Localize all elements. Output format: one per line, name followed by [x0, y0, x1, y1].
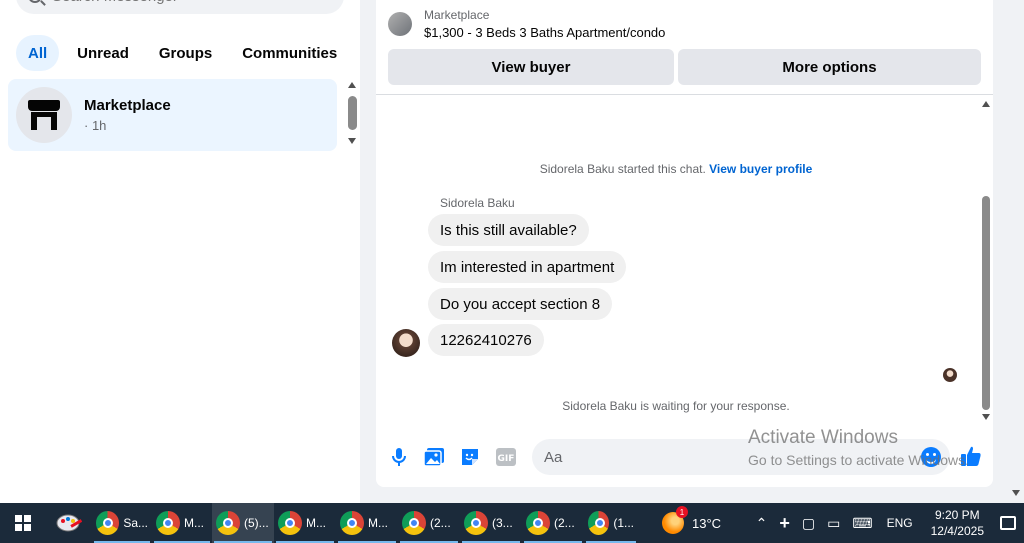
scroll-thumb[interactable] — [348, 96, 357, 130]
chevron-up-icon[interactable]: ⌃ — [756, 515, 768, 532]
chrome-icon — [340, 511, 364, 535]
view-buyer-button[interactable]: View buyer — [388, 49, 674, 85]
scroll-thumb[interactable] — [982, 196, 990, 410]
scroll-up-arrow-icon[interactable] — [348, 82, 356, 88]
chat-panel: Marketplace $1,300 - 3 Beds 3 Baths Apar… — [376, 0, 993, 487]
avatar — [16, 87, 72, 143]
listing-label: Marketplace — [424, 8, 490, 22]
message-bubble[interactable]: 12262410276 — [428, 324, 544, 356]
chat-started-text: Sidorela Baku started this chat. — [539, 162, 706, 176]
page-scroll-down-arrow-icon[interactable] — [1012, 490, 1020, 496]
clock-date: 12/4/2025 — [930, 524, 984, 538]
taskbar-app-chrome[interactable]: (3... — [460, 503, 522, 543]
scroll-down-arrow-icon[interactable] — [982, 414, 990, 420]
chrome-icon — [216, 511, 240, 535]
microphone-icon[interactable] — [388, 446, 410, 468]
taskbar-app-chrome[interactable]: M... — [274, 503, 336, 543]
taskbar-app-label: Sa... — [123, 516, 148, 530]
search-input[interactable] — [52, 0, 312, 5]
search-icon — [28, 0, 42, 3]
filter-tab-communities[interactable]: Communities — [230, 35, 349, 71]
paint-app-icon — [56, 514, 82, 532]
taskbar-app-chrome[interactable]: (5)... — [212, 503, 274, 543]
scroll-down-arrow-icon[interactable] — [348, 138, 356, 144]
chrome-icon — [278, 511, 302, 535]
system-tray: ⌃ + ▢ ▭ ⌨ ENG 9:20 PM 12/4/2025 — [750, 503, 1024, 543]
taskbar-app-label: (5)... — [244, 516, 269, 530]
message-bubble[interactable]: Do you accept section 8 — [428, 288, 613, 320]
taskbar-app-chrome[interactable]: Sa... — [92, 503, 152, 543]
chrome-icon — [464, 511, 488, 535]
gif-icon[interactable]: GIF — [495, 446, 517, 468]
chrome-icon — [402, 511, 426, 535]
taskbar-app-paint[interactable] — [46, 503, 92, 543]
thumbs-up-icon[interactable] — [960, 445, 982, 467]
conversation-item-marketplace[interactable]: Marketplace · 1h — [8, 79, 337, 151]
conversation-time: · 1h — [84, 118, 107, 133]
windows-logo-icon — [15, 515, 31, 531]
network-icon[interactable]: ▭ — [827, 515, 840, 532]
sender-name: Sidorela Baku — [440, 196, 515, 210]
photo-icon[interactable] — [423, 446, 445, 468]
weather-icon: 1 — [662, 506, 688, 534]
taskbar-app-chrome[interactable]: (2... — [522, 503, 584, 543]
listing-thumbnail — [388, 12, 412, 36]
conversation-sidebar: All Unread Groups Communities Marketplac… — [0, 0, 360, 503]
filter-tab-unread[interactable]: Unread — [65, 35, 141, 71]
weather-temperature: 13°C — [692, 515, 722, 531]
more-options-button[interactable]: More options — [678, 49, 981, 85]
taskbar-app-chrome[interactable]: M... — [152, 503, 212, 543]
sidebar-scrollbar[interactable] — [345, 82, 359, 148]
taskbar-app-label: (3... — [492, 516, 513, 530]
taskbar-app-label: (2... — [554, 516, 575, 530]
emoji-icon[interactable] — [921, 447, 941, 467]
filter-tab-all[interactable]: All — [16, 35, 60, 71]
chrome-icon — [96, 511, 120, 535]
clock[interactable]: 9:20 PM 12/4/2025 — [931, 507, 984, 539]
search-box[interactable] — [16, 0, 344, 14]
filter-tabs: All Unread Groups Communities — [16, 35, 355, 71]
taskbar-app-label: M... — [184, 516, 204, 530]
chrome-icon — [526, 511, 550, 535]
taskbar-app-chrome[interactable]: (2... — [398, 503, 460, 543]
taskbar-app-label: (1... — [613, 516, 634, 530]
language-indicator[interactable]: ENG — [887, 516, 913, 530]
keyboard-icon[interactable]: ⌨ — [852, 515, 872, 532]
taskbar-app-chrome[interactable]: M... — [336, 503, 398, 543]
taskbar-app-label: M... — [306, 516, 326, 530]
taskbar-app-chrome[interactable]: (1... — [584, 503, 638, 543]
chrome-icon — [588, 511, 610, 535]
weather-widget[interactable]: 1 13°C — [662, 506, 722, 534]
svg-text:GIF: GIF — [498, 454, 515, 464]
waiting-notice: Sidorela Baku is waiting for your respon… — [562, 399, 790, 413]
scroll-up-arrow-icon[interactable] — [982, 101, 990, 107]
message-input[interactable] — [532, 439, 950, 475]
header-divider — [376, 94, 993, 95]
windows-taskbar: Sa... M... (5)... M... M... (2... (3... … — [0, 503, 1024, 543]
message-bubble[interactable]: Is this still available? — [428, 214, 589, 246]
notification-center-icon[interactable] — [1000, 516, 1016, 530]
chat-started-notice: Sidorela Baku started this chat. View bu… — [376, 162, 976, 176]
clock-time: 9:20 PM — [934, 508, 980, 522]
chrome-icon — [156, 511, 180, 535]
taskbar-app-label: (2... — [430, 516, 451, 530]
view-buyer-profile-link[interactable]: View buyer profile — [709, 162, 812, 176]
listing-header[interactable]: Marketplace $1,300 - 3 Beds 3 Baths Apar… — [388, 8, 665, 40]
start-button[interactable] — [0, 503, 46, 543]
chat-scrollbar[interactable] — [979, 100, 993, 422]
listing-title: $1,300 - 3 Beds 3 Baths Apartment/condo — [424, 25, 666, 40]
plus-icon[interactable]: + — [779, 513, 790, 534]
sender-avatar[interactable] — [392, 329, 420, 357]
filter-tab-groups[interactable]: Groups — [147, 35, 224, 71]
taskbar-app-label: M... — [368, 516, 388, 530]
seen-receipt-avatar — [943, 368, 957, 382]
conversation-name: Marketplace — [84, 97, 171, 114]
sticker-icon[interactable] — [459, 446, 481, 468]
message-bubble[interactable]: Im interested in apartment — [428, 251, 627, 283]
meet-now-icon[interactable]: ▢ — [802, 515, 815, 532]
store-icon — [28, 100, 60, 130]
weather-badge: 1 — [676, 506, 688, 518]
